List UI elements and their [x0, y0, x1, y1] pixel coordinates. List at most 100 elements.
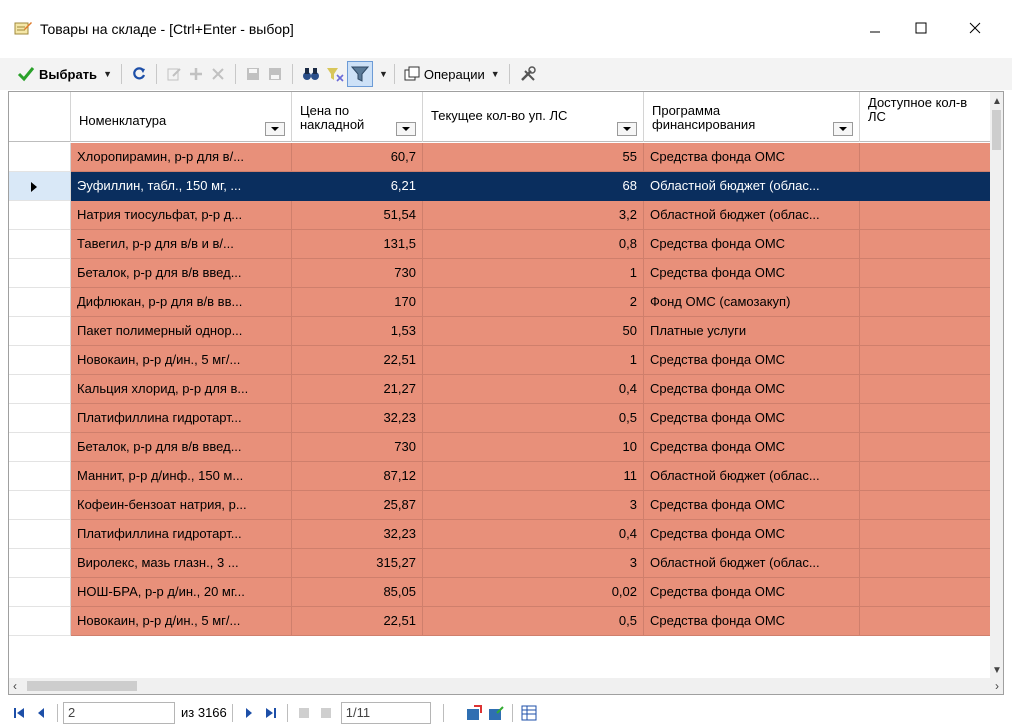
cell-available[interactable]: [860, 143, 991, 172]
next-record-button[interactable]: [238, 702, 260, 724]
cell-available[interactable]: [860, 491, 991, 520]
table-row[interactable]: Платифиллина гидротарт... 32,23 0,4 Средств…: [9, 520, 991, 549]
cell-qty[interactable]: 0,4: [423, 375, 644, 404]
cell-price[interactable]: 60,7: [292, 143, 423, 172]
cell-program[interactable]: Платные услуги: [644, 317, 860, 346]
save-button[interactable]: [242, 61, 264, 87]
cell-program[interactable]: Областной бюджет (облас...: [644, 462, 860, 491]
import-button[interactable]: [485, 702, 507, 724]
scroll-left-icon[interactable]: ‹: [13, 679, 17, 693]
cell-price[interactable]: 730: [292, 259, 423, 288]
cell-program[interactable]: Средства фонда ОМС: [644, 607, 860, 636]
cell-program[interactable]: Областной бюджет (облас...: [644, 172, 860, 201]
row-header[interactable]: [9, 375, 71, 404]
row-header[interactable]: [9, 172, 71, 201]
cell-qty[interactable]: 3,2: [423, 201, 644, 230]
cell-price[interactable]: 1,53: [292, 317, 423, 346]
cell-program[interactable]: Средства фонда ОМС: [644, 230, 860, 259]
row-header[interactable]: [9, 230, 71, 259]
row-header[interactable]: [9, 317, 71, 346]
row-header[interactable]: [9, 549, 71, 578]
cell-price[interactable]: 131,5: [292, 230, 423, 259]
table-row[interactable]: Кофеин-бензоат натрия, р... 25,87 3 Средств…: [9, 491, 991, 520]
table-row[interactable]: Беталок, р-р для в/в введ... 730 10 Средств…: [9, 433, 991, 462]
cell-available[interactable]: [860, 201, 991, 230]
row-header[interactable]: [9, 607, 71, 636]
cell-price[interactable]: 22,51: [292, 607, 423, 636]
maximize-button[interactable]: [898, 12, 944, 44]
horizontal-scroll-thumb[interactable]: [27, 681, 137, 691]
cell-nomenclature[interactable]: Дифлюкан, р-р для в/в вв...: [71, 288, 292, 317]
export-button[interactable]: [463, 702, 485, 724]
cell-price[interactable]: 170: [292, 288, 423, 317]
cell-available[interactable]: [860, 288, 991, 317]
cell-nomenclature[interactable]: Тавегил, р-р для в/в и в/...: [71, 230, 292, 259]
cell-available[interactable]: [860, 404, 991, 433]
search-button[interactable]: [299, 61, 323, 87]
refresh-button[interactable]: [128, 61, 150, 87]
cell-nomenclature[interactable]: Эуфиллин, табл., 150 мг, ...: [71, 172, 292, 201]
close-button[interactable]: [952, 12, 998, 44]
scroll-up-icon[interactable]: ▲: [992, 96, 1002, 107]
cell-available[interactable]: [860, 607, 991, 636]
cell-available[interactable]: [860, 462, 991, 491]
table-row[interactable]: НОШ-БРА, р-р д/ин., 20 мг... 85,05 0,02 Сре…: [9, 578, 991, 607]
cell-price[interactable]: 51,54: [292, 201, 423, 230]
page-input[interactable]: [340, 701, 431, 724]
row-header[interactable]: [9, 520, 71, 549]
cell-available[interactable]: [860, 259, 991, 288]
add-button[interactable]: [185, 61, 207, 87]
cell-price[interactable]: 315,27: [292, 549, 423, 578]
cell-price[interactable]: 730: [292, 433, 423, 462]
cell-qty[interactable]: 0,5: [423, 607, 644, 636]
cell-nomenclature[interactable]: Пакет полимерный однор...: [71, 317, 292, 346]
cell-available[interactable]: [860, 172, 991, 201]
first-record-button[interactable]: [8, 702, 30, 724]
row-header[interactable]: [9, 346, 71, 375]
table-row[interactable]: Пакет полимерный однор... 1,53 50 Платные у…: [9, 317, 991, 346]
column-header-available[interactable]: Доступное кол-в ЛС: [860, 92, 991, 142]
table-row[interactable]: Эуфиллин, табл., 150 мг, ... 6,21 68 Област…: [9, 172, 991, 201]
column-header-nomenclature[interactable]: Номенклатура: [71, 92, 292, 142]
cell-program[interactable]: Средства фонда ОМС: [644, 143, 860, 172]
cell-qty[interactable]: 68: [423, 172, 644, 201]
column-filter-button[interactable]: [396, 122, 416, 136]
cell-price[interactable]: 85,05: [292, 578, 423, 607]
row-header[interactable]: [9, 201, 71, 230]
cell-nomenclature[interactable]: Платифиллина гидротарт...: [71, 404, 292, 433]
cell-nomenclature[interactable]: Натрия тиосульфат, р-р д...: [71, 201, 292, 230]
cell-available[interactable]: [860, 317, 991, 346]
table-row[interactable]: Маннит, р-р д/инф., 150 м... 87,12 11 Облас…: [9, 462, 991, 491]
filter-button[interactable]: [346, 61, 373, 87]
row-header[interactable]: [9, 404, 71, 433]
horizontal-scrollbar[interactable]: ‹ ›: [9, 678, 1003, 694]
table-settings-button[interactable]: [518, 702, 540, 724]
cell-program[interactable]: Средства фонда ОМС: [644, 375, 860, 404]
column-filter-button[interactable]: [833, 122, 853, 136]
row-header[interactable]: [9, 433, 71, 462]
cell-nomenclature[interactable]: Платифиллина гидротарт...: [71, 520, 292, 549]
select-button[interactable]: Выбрать ▼: [14, 61, 115, 87]
cell-qty[interactable]: 0,5: [423, 404, 644, 433]
table-row[interactable]: Новокаин, р-р д/ин., 5 мг/... 22,51 1 Средс…: [9, 346, 991, 375]
vertical-scrollbar[interactable]: ▲ ▼: [990, 92, 1003, 680]
table-row[interactable]: Новокаин, р-р д/ин., 5 мг/... 22,51 0,5 Сре…: [9, 607, 991, 636]
cell-qty[interactable]: 3: [423, 491, 644, 520]
record-position-input[interactable]: [63, 701, 175, 724]
edit-button[interactable]: [163, 61, 185, 87]
cell-program[interactable]: Средства фонда ОМС: [644, 520, 860, 549]
cell-price[interactable]: 87,12: [292, 462, 423, 491]
cell-program[interactable]: Средства фонда ОМС: [644, 346, 860, 375]
cell-qty[interactable]: 50: [423, 317, 644, 346]
cell-nomenclature[interactable]: НОШ-БРА, р-р д/ин., 20 мг...: [71, 578, 292, 607]
table-row[interactable]: Тавегил, р-р для в/в и в/... 131,5 0,8 Сред…: [9, 230, 991, 259]
cell-qty[interactable]: 11: [423, 462, 644, 491]
column-header-price[interactable]: Цена по накладной: [292, 92, 423, 142]
row-header[interactable]: [9, 259, 71, 288]
cell-price[interactable]: 32,23: [292, 520, 423, 549]
cell-qty[interactable]: 0,02: [423, 578, 644, 607]
cell-nomenclature[interactable]: Кофеин-бензоат натрия, р...: [71, 491, 292, 520]
cell-available[interactable]: [860, 375, 991, 404]
column-header-program[interactable]: Программа финансирования: [644, 92, 860, 142]
last-record-button[interactable]: [260, 702, 282, 724]
